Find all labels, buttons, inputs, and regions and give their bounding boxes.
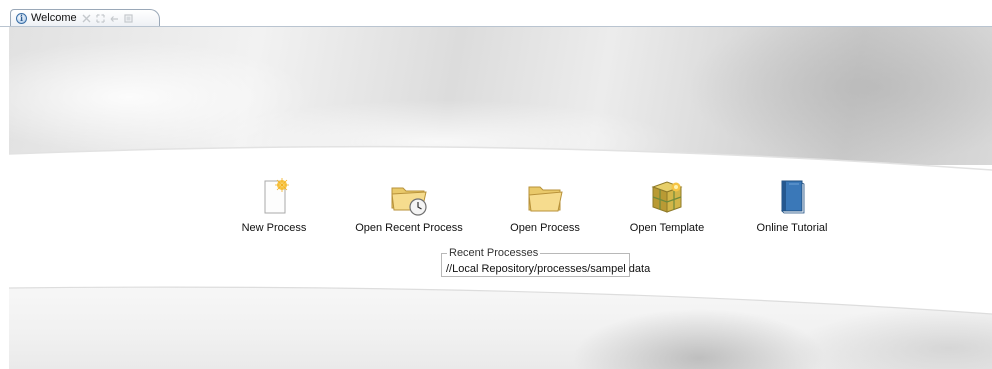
open-process-label: Open Process [510, 222, 580, 234]
top-banner-wave [9, 145, 992, 180]
restore-icon[interactable] [124, 13, 133, 23]
close-icon[interactable] [82, 14, 91, 23]
maximize-icon[interactable] [96, 13, 105, 23]
bottom-banner-wave [9, 278, 992, 315]
book-icon [781, 180, 805, 214]
recent-processes-title: Recent Processes [447, 247, 541, 259]
open-recent-process-label: Open Recent Process [355, 222, 463, 234]
new-process-icon [264, 178, 289, 214]
online-tutorial-label: Online Tutorial [756, 222, 828, 234]
new-process-button[interactable]: New Process [219, 178, 329, 234]
recent-processes-group: Recent Processes //Local Repository/proc… [441, 247, 650, 277]
welcome-tab[interactable]: i Welcome [10, 9, 160, 26]
online-tutorial-button[interactable]: Online Tutorial [737, 178, 847, 234]
open-template-label: Open Template [629, 222, 705, 234]
open-process-button[interactable]: Open Process [490, 178, 600, 234]
editor-tab-bar: i Welcome [0, 0, 992, 27]
open-recent-process-button[interactable]: Open Recent Process [354, 178, 464, 234]
undock-icon[interactable] [110, 14, 119, 23]
open-template-button[interactable]: Open Template [612, 178, 722, 234]
new-process-label: New Process [241, 222, 307, 234]
info-icon: i [16, 12, 27, 24]
recent-folder-clock-icon [391, 187, 427, 216]
template-box-icon [651, 181, 683, 213]
tab-title: Welcome [31, 12, 77, 24]
recent-process-link[interactable]: //Local Repository/processes/sampel data [446, 263, 650, 275]
folder-icon [528, 186, 563, 212]
